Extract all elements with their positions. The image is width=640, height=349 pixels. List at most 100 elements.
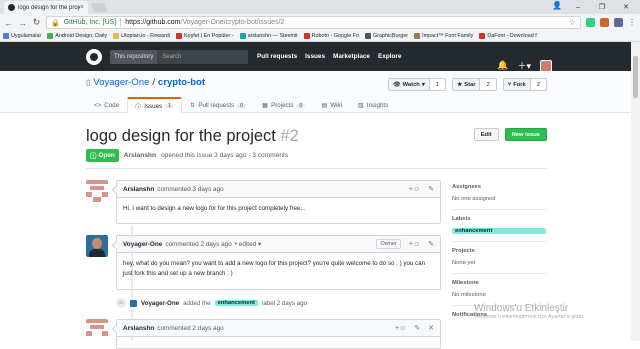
reload-icon[interactable]: ↻ (32, 17, 41, 28)
add-reaction-icon[interactable]: +☺ (409, 186, 420, 193)
bookmark-label: arslanshn — Steemit (248, 33, 298, 39)
tab-projects[interactable]: ▦Projects0 (254, 97, 313, 113)
back-icon[interactable]: ← (4, 18, 13, 28)
pencil-icon[interactable]: ✎ (414, 324, 420, 332)
comment-header: Voyager-One commented 2 days ago • edite… (117, 236, 440, 253)
repo-name-link[interactable]: crypto-bot (158, 77, 205, 88)
fork-icon: ⑂ (508, 82, 511, 88)
sidebar-milestone[interactable]: Milestone No milestone (452, 280, 547, 298)
issue-actions: Edit New issue (474, 128, 547, 141)
pencil-icon[interactable]: ✎ (428, 185, 434, 193)
star-count[interactable]: 2 (480, 82, 495, 88)
extension-icon[interactable] (614, 18, 623, 27)
bookmark-star-icon[interactable]: ☆ (569, 18, 576, 27)
sidebar-labels[interactable]: Labels enhancement (452, 216, 547, 234)
repo-tabs: <>Code ⓘIssues1 ⇅Pull requests0 ▦Project… (86, 97, 396, 113)
url-host: https://github.com (125, 19, 180, 26)
nav-issues[interactable]: Issues (305, 53, 325, 60)
avatar[interactable] (86, 180, 108, 202)
comment-tools: Owner +☺ ✎ (376, 239, 434, 249)
event-suffix: label 2 days ago (262, 300, 307, 307)
bookmark-item[interactable]: DaFont - Download f (479, 33, 536, 39)
forward-icon[interactable]: → (18, 18, 27, 28)
sidebar-projects[interactable]: Projects None yet (452, 248, 547, 266)
tab-wiki[interactable]: ▤Wiki (313, 97, 350, 113)
fork-button[interactable]: ⑂Fork 2 (503, 78, 547, 91)
avatar[interactable] (130, 300, 137, 307)
avatar[interactable] (86, 235, 108, 257)
avatar[interactable] (86, 319, 108, 341)
edited-dropdown[interactable]: • edited ▾ (235, 240, 261, 248)
comment: Voyager-One commented 2 days ago • edite… (116, 235, 441, 290)
tab-code[interactable]: <>Code (86, 97, 127, 113)
bookmark-icon (176, 33, 182, 39)
watch-button[interactable]: 👁Watch▾ 1 (388, 78, 446, 91)
bookmark-item[interactable]: Uygulamalar (3, 33, 41, 39)
nav-explore[interactable]: Explore (378, 53, 401, 60)
profile-icon[interactable]: 👤 (552, 1, 562, 10)
edit-button[interactable]: Edit (474, 128, 499, 141)
sidebar-value: No milestone (452, 292, 547, 298)
maximize-icon[interactable]: ❐ (590, 3, 614, 11)
pencil-icon[interactable]: ✎ (428, 240, 434, 248)
new-issue-button[interactable]: New issue (505, 128, 547, 141)
bell-icon[interactable]: 🔔 (497, 60, 508, 71)
comment-author[interactable]: Arslanshn (123, 186, 154, 193)
comment-time[interactable]: commented 3 days ago (157, 186, 223, 193)
repo-owner-link[interactable]: Voyager-One (93, 77, 149, 88)
extension-icon[interactable] (600, 18, 609, 27)
book-icon: ▤ (321, 102, 327, 109)
address-bar[interactable]: 🔒 GitHub, Inc. [US] https://github.com/V… (46, 16, 581, 29)
comment-author[interactable]: Arslanshn (123, 325, 154, 332)
user-avatar[interactable] (540, 60, 552, 72)
label-badge[interactable]: enhancement (215, 300, 258, 306)
add-reaction-icon[interactable]: +☺ (395, 325, 406, 332)
star-button[interactable]: ★Star 2 (452, 78, 497, 91)
repo-title: ▯ Voyager-One / crypto-bot (86, 77, 205, 88)
page-scrollbar[interactable] (631, 42, 640, 341)
search-placeholder: Search (157, 54, 181, 60)
star-label: Star (464, 82, 475, 88)
comment-header: Arslanshn commented 3 days ago +☺ ✎ (117, 181, 440, 198)
watch-count[interactable]: 1 (430, 82, 445, 88)
new-tab-button[interactable] (90, 3, 107, 12)
tab-label: Projects (271, 102, 293, 109)
nav-pull-requests[interactable]: Pull requests (257, 53, 297, 60)
extension-icon[interactable] (586, 18, 595, 27)
bookmark-item[interactable]: Impact™ Font Family (414, 33, 473, 39)
search-input[interactable]: This repository Search (110, 50, 248, 64)
scrollbar-thumb[interactable] (633, 56, 638, 98)
browser-tab[interactable]: logo design for the proje × (4, 1, 88, 14)
sidebar-heading: Projects (452, 248, 547, 254)
comment-time[interactable]: commented 2 days ago (165, 241, 231, 248)
bookmark-item[interactable]: arslanshn — Steemit (240, 33, 298, 39)
close-icon[interactable]: ✕ (428, 324, 434, 332)
event-actor[interactable]: Voyager-One (141, 300, 179, 307)
github-logo-icon[interactable] (86, 49, 102, 65)
tab-pull-requests[interactable]: ⇅Pull requests0 (182, 97, 254, 113)
bookmark-item[interactable]: Android Design, Daily (47, 33, 107, 39)
divider (86, 168, 547, 169)
sidebar-assignees[interactable]: Assignees No one assigned (452, 184, 547, 202)
menu-icon[interactable]: ⋮ (628, 18, 636, 27)
label-badge[interactable]: enhancement (452, 228, 546, 234)
tab-insights[interactable]: ▥Insights (350, 97, 396, 113)
code-icon: <> (94, 102, 101, 109)
window-controls: – ❐ ✕ (566, 0, 638, 14)
fork-count[interactable]: 2 (531, 82, 546, 88)
bookmark-item[interactable]: Utopian.io - Rewardi (113, 33, 170, 39)
nav-marketplace[interactable]: Marketplace (333, 53, 370, 60)
repo-header: ▯ Voyager-One / crypto-bot 👁Watch▾ 1 ★St… (0, 71, 640, 113)
close-window-icon[interactable]: ✕ (614, 3, 638, 11)
tab-issues[interactable]: ⓘIssues1 (127, 97, 182, 113)
comment-author[interactable]: Voyager-One (123, 241, 162, 248)
close-tab-icon[interactable]: × (80, 4, 84, 11)
bookmark-item[interactable]: Keşfet | En Popüler - (176, 33, 234, 39)
minimize-icon[interactable]: – (566, 4, 590, 11)
add-reaction-icon[interactable]: +☺ (409, 241, 420, 248)
bookmark-item[interactable]: Roboto - Google Fo (304, 33, 359, 39)
bookmark-item[interactable]: GraphicBurger (365, 33, 408, 39)
comment: Arslanshn commented 2 days ago +☺ ✎ ✕ (116, 319, 441, 349)
issue-author[interactable]: Arslanshn (124, 152, 156, 159)
comment-time[interactable]: commented 2 days ago (157, 325, 223, 332)
